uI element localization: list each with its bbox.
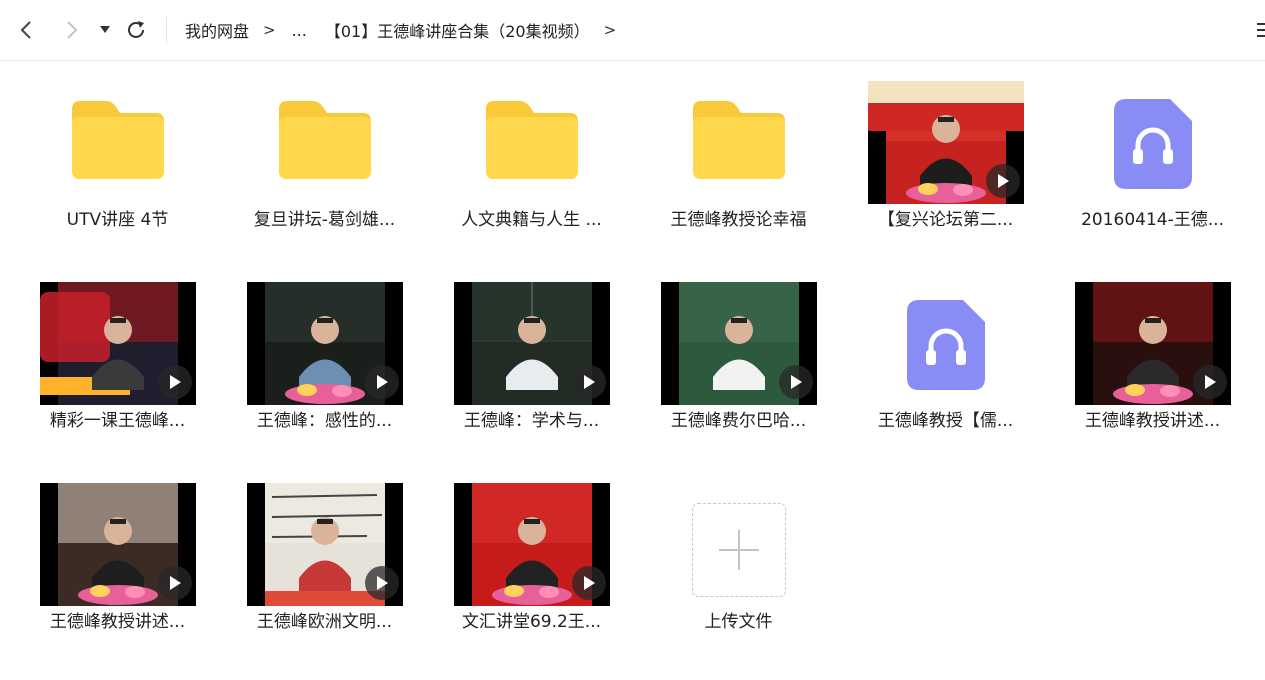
breadcrumb-ellipsis[interactable]: ...: [292, 21, 307, 40]
chevron-left-icon: [20, 21, 31, 39]
play-icon[interactable]: [985, 164, 1020, 198]
video-thumbnail: [867, 81, 1024, 204]
file-name-label: UTV讲座 4节: [66, 210, 169, 230]
file-name-label: 王德峰：感性的...: [256, 411, 393, 431]
folder-item[interactable]: 复旦讲坛-葛剑雄...: [221, 61, 428, 251]
video-item[interactable]: 精彩一课王德峰...: [14, 262, 221, 452]
upload-item[interactable]: 上传文件: [635, 463, 842, 653]
play-icon[interactable]: [364, 365, 399, 399]
file-name-label: 王德峰费尔巴哈...: [670, 411, 807, 431]
file-name-label: 王德峰教授【儒...: [877, 411, 1014, 431]
video-thumbnail: [246, 483, 403, 606]
play-icon[interactable]: [778, 365, 813, 399]
file-name-label: 王德峰教授讲述...: [1084, 411, 1221, 431]
audio-item[interactable]: 20160414-王德...: [1049, 61, 1256, 251]
file-name-label: 王德峰教授论幸福: [670, 210, 807, 230]
folder-item[interactable]: UTV讲座 4节: [14, 61, 221, 251]
file-name-label: 王德峰欧洲文明...: [256, 612, 393, 632]
plus-icon: [718, 530, 759, 570]
breadcrumb-separator: >: [263, 21, 276, 39]
play-icon[interactable]: [571, 365, 606, 399]
breadcrumb-root[interactable]: 我的网盘: [185, 18, 249, 42]
play-icon[interactable]: [1192, 365, 1227, 399]
history-dropdown-button[interactable]: [95, 18, 115, 42]
video-thumbnail: [660, 282, 817, 405]
folder-icon: [278, 101, 371, 179]
back-button[interactable]: [14, 18, 38, 42]
toolbar-divider: [166, 17, 167, 43]
folder-icon: [71, 101, 164, 179]
refresh-icon: [128, 21, 144, 38]
file-name-label: 20160414-王德...: [1081, 210, 1224, 230]
play-icon[interactable]: [364, 566, 399, 600]
video-thumbnail: [1074, 282, 1231, 405]
video-thumbnail: [453, 483, 610, 606]
file-name-label: 上传文件: [704, 612, 773, 632]
video-item[interactable]: 王德峰：感性的...: [221, 262, 428, 452]
video-thumbnail: [453, 282, 610, 405]
video-thumbnail: [39, 282, 196, 405]
audio-file-icon: [906, 300, 985, 390]
breadcrumb-separator[interactable]: >: [604, 21, 617, 39]
video-thumbnail: [246, 282, 403, 405]
video-item[interactable]: 文汇讲堂69.2王...: [428, 463, 635, 653]
folder-icon: [485, 101, 578, 179]
file-name-label: 精彩一课王德峰...: [49, 411, 186, 431]
video-item[interactable]: 王德峰教授讲述...: [14, 463, 221, 653]
play-icon[interactable]: [157, 566, 192, 600]
caret-down-icon: [100, 26, 110, 33]
file-name-label: 人文典籍与人生 ...: [461, 210, 602, 230]
refresh-button[interactable]: [124, 18, 148, 42]
folder-item[interactable]: 人文典籍与人生 ...: [428, 61, 635, 251]
video-item[interactable]: 王德峰欧洲文明...: [221, 463, 428, 653]
file-name-label: 王德峰：学术与...: [463, 411, 600, 431]
video-item[interactable]: 王德峰教授讲述...: [1049, 262, 1256, 452]
video-item[interactable]: 【复兴论坛第二...: [842, 61, 1049, 251]
video-item[interactable]: 王德峰：学术与...: [428, 262, 635, 452]
file-name-label: 王德峰教授讲述...: [49, 612, 186, 632]
forward-button[interactable]: [60, 18, 84, 42]
play-icon[interactable]: [571, 566, 606, 600]
folder-item[interactable]: 王德峰教授论幸福: [635, 61, 842, 251]
chevron-right-icon: [67, 21, 78, 39]
file-name-label: 文汇讲堂69.2王...: [461, 612, 602, 632]
audio-file-icon: [1113, 99, 1192, 189]
file-name-label: 【复兴论坛第二...: [877, 210, 1014, 230]
play-icon[interactable]: [157, 365, 192, 399]
breadcrumb: 我的网盘 > ... 【01】王德峰讲座合集（20集视频） >: [185, 18, 632, 42]
toolbar: 我的网盘 > ... 【01】王德峰讲座合集（20集视频） >: [0, 0, 1265, 61]
audio-item[interactable]: 王德峰教授【儒...: [842, 262, 1049, 452]
upload-button[interactable]: [691, 503, 786, 597]
list-view-icon[interactable]: [1257, 21, 1265, 39]
video-thumbnail: [39, 483, 196, 606]
folder-icon: [692, 101, 785, 179]
file-name-label: 复旦讲坛-葛剑雄...: [253, 210, 396, 230]
breadcrumb-current[interactable]: 【01】王德峰讲座合集（20集视频）: [325, 18, 590, 42]
video-item[interactable]: 王德峰费尔巴哈...: [635, 262, 842, 452]
